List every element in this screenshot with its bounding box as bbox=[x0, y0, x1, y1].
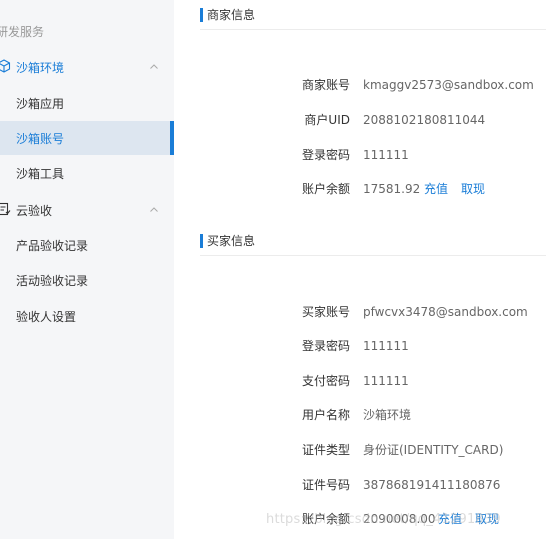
merchant-password-value: 111111 bbox=[363, 148, 409, 162]
sidebar-section-sandbox-env[interactable]: 沙箱环境 bbox=[0, 54, 174, 80]
cube-icon bbox=[0, 59, 11, 73]
sidebar-item-label: 沙箱工具 bbox=[16, 166, 65, 181]
sidebar-item-checker-settings[interactable]: 验收人设置 bbox=[0, 299, 174, 333]
sidebar-item-sandbox-account[interactable]: 沙箱账号 bbox=[0, 121, 174, 155]
sidebar-item-label: 沙箱账号 bbox=[16, 131, 65, 146]
buyer-account-row: 买家账号 pfwcvx3478@sandbox.com bbox=[174, 304, 546, 320]
buyer-id-type-value: 身份证(IDENTITY_CARD) bbox=[363, 443, 504, 457]
merchant-account-value: kmaggv2573@sandbox.com bbox=[363, 78, 534, 92]
buyer-section-title: 买家信息 bbox=[200, 234, 255, 248]
field-label: 登录密码 bbox=[301, 148, 350, 162]
field-label: 用户名称 bbox=[301, 408, 350, 422]
chevron-up-icon[interactable] bbox=[148, 61, 160, 73]
buyer-id-number-row: 证件号码 387868191411180876 bbox=[174, 477, 546, 493]
checklist-icon bbox=[0, 202, 11, 216]
buyer-id-number-value: 387868191411180876 bbox=[363, 478, 501, 492]
field-label: 买家账号 bbox=[301, 305, 350, 319]
merchant-uid-value: 2088102180811044 bbox=[363, 113, 486, 127]
merchant-balance-row: 账户余额 17581.92 充值 取现 bbox=[174, 181, 546, 197]
merchant-section-title: 商家信息 bbox=[200, 8, 255, 22]
sidebar: 研发服务 沙箱环境 沙箱应用 沙箱账号 沙箱工具 云验收 产品验收记录 活动验收… bbox=[0, 0, 174, 539]
field-label: 商户UID bbox=[304, 113, 350, 127]
buyer-section-divider bbox=[200, 255, 546, 256]
sidebar-item-label: 验收人设置 bbox=[16, 309, 77, 324]
merchant-recharge-link[interactable]: 充值 bbox=[424, 181, 448, 197]
sidebar-item-activity-check-records[interactable]: 活动验收记录 bbox=[0, 263, 174, 297]
field-label: 证件类型 bbox=[301, 443, 350, 457]
buyer-username-row: 用户名称 沙箱环境 bbox=[174, 407, 546, 423]
buyer-password-row: 登录密码 111111 bbox=[174, 338, 546, 354]
merchant-password-row: 登录密码 111111 bbox=[174, 147, 546, 163]
sidebar-group-title: 研发服务 bbox=[0, 25, 45, 39]
merchant-withdraw-link[interactable]: 取现 bbox=[461, 181, 485, 197]
buyer-account-value: pfwcvx3478@sandbox.com bbox=[363, 305, 528, 319]
sidebar-item-label: 活动验收记录 bbox=[16, 273, 89, 288]
merchant-section-divider bbox=[200, 29, 546, 30]
field-label: 账户余额 bbox=[301, 182, 350, 196]
sidebar-item-label: 产品验收记录 bbox=[16, 238, 89, 253]
merchant-balance-value: 17581.92 bbox=[363, 182, 421, 196]
merchant-uid-row: 商户UID 2088102180811044 bbox=[174, 112, 546, 128]
sidebar-item-label: 沙箱应用 bbox=[16, 96, 65, 111]
sidebar-section-label: 沙箱环境 bbox=[16, 60, 65, 75]
buyer-username-value: 沙箱环境 bbox=[363, 408, 412, 422]
sidebar-item-product-check-records[interactable]: 产品验收记录 bbox=[0, 228, 174, 262]
field-label: 证件号码 bbox=[301, 478, 350, 492]
buyer-pay-password-value: 111111 bbox=[363, 374, 409, 388]
watermark: https://blog.csdn.net/qq_41291839 bbox=[266, 512, 501, 527]
buyer-id-type-row: 证件类型 身份证(IDENTITY_CARD) bbox=[174, 442, 546, 458]
field-label: 登录密码 bbox=[301, 339, 350, 353]
sidebar-item-sandbox-tools[interactable]: 沙箱工具 bbox=[0, 156, 174, 190]
field-label: 支付密码 bbox=[301, 374, 350, 388]
chevron-up-icon[interactable] bbox=[148, 204, 160, 216]
buyer-pay-password-row: 支付密码 111111 bbox=[174, 373, 546, 389]
sidebar-item-sandbox-app[interactable]: 沙箱应用 bbox=[0, 86, 174, 120]
sidebar-section-label: 云验收 bbox=[16, 203, 53, 218]
sidebar-section-cloud-check[interactable]: 云验收 bbox=[0, 197, 174, 223]
merchant-account-row: 商家账号 kmaggv2573@sandbox.com bbox=[174, 77, 546, 93]
main-content: 商家信息 商家账号 kmaggv2573@sandbox.com 商户UID 2… bbox=[174, 0, 546, 539]
field-label: 商家账号 bbox=[301, 78, 350, 92]
buyer-password-value: 111111 bbox=[363, 339, 409, 353]
